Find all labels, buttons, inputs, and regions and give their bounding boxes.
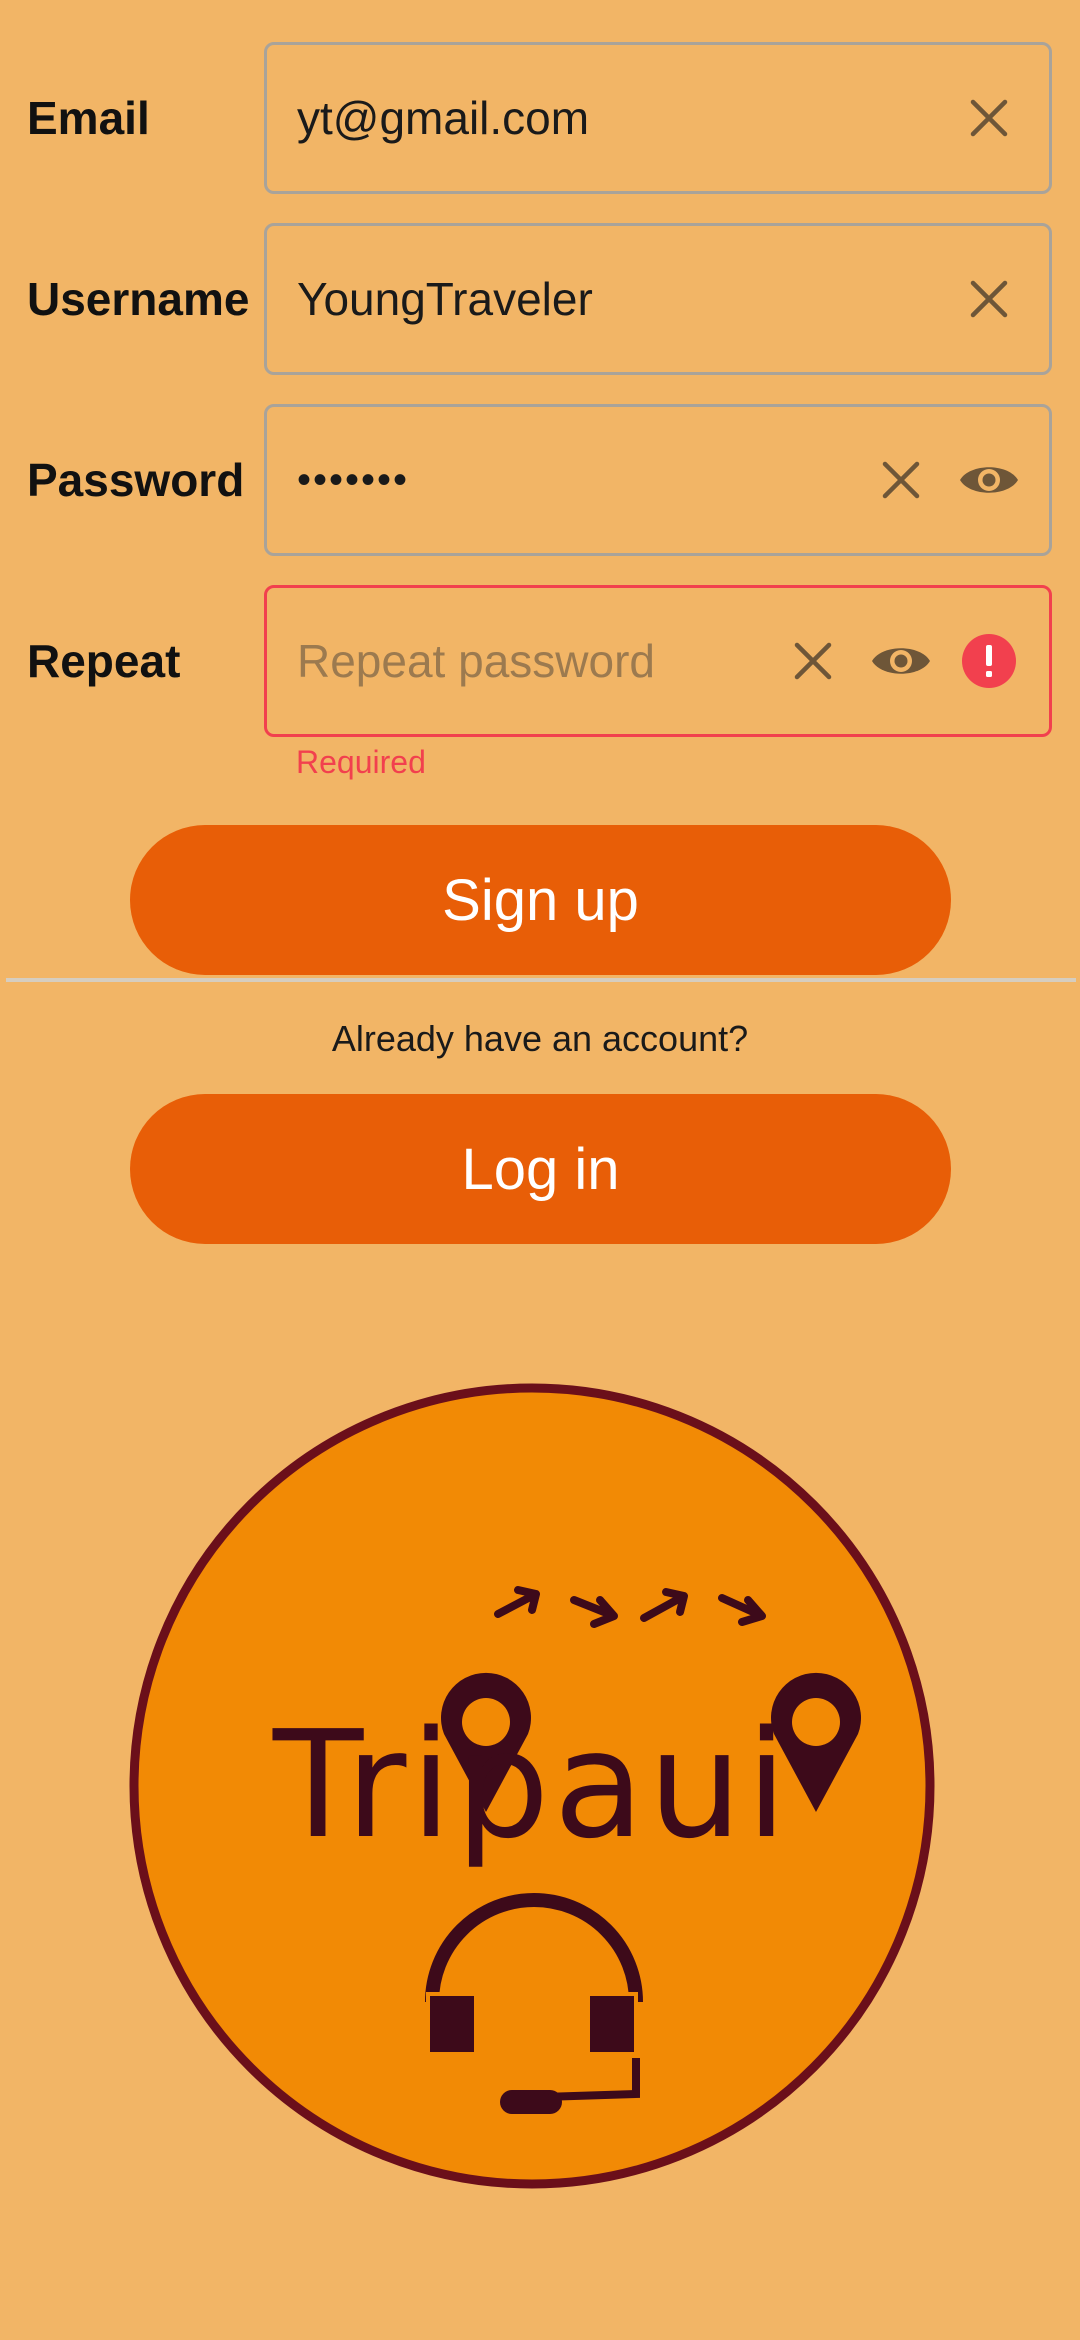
password-field[interactable] — [264, 404, 1052, 556]
repeat-row: Repeat — [0, 585, 1080, 737]
app-logo: Tripaui — [128, 1382, 936, 2190]
email-input[interactable] — [297, 45, 947, 191]
username-input[interactable] — [297, 226, 947, 372]
password-label: Password — [27, 454, 245, 506]
repeat-error-text: Required — [296, 744, 426, 780]
clear-repeat-close-icon[interactable] — [781, 629, 845, 693]
error-icon — [957, 629, 1021, 693]
login-button[interactable]: Log in — [130, 1094, 951, 1244]
email-label: Email — [27, 92, 150, 144]
repeat-label: Repeat — [27, 635, 181, 687]
email-field[interactable] — [264, 42, 1052, 194]
signup-button[interactable]: Sign up — [130, 825, 951, 975]
password-row: Password — [0, 404, 1080, 556]
clear-password-close-icon[interactable] — [869, 448, 933, 512]
username-field[interactable] — [264, 223, 1052, 375]
repeat-password-field[interactable] — [264, 585, 1052, 737]
clear-username-close-icon[interactable] — [957, 267, 1021, 331]
divider — [6, 978, 1076, 982]
username-label: Username — [27, 273, 250, 325]
email-row: Email — [0, 42, 1080, 194]
login-prompt-text: Already have an account? — [331, 1018, 749, 1059]
clear-email-close-icon[interactable] — [957, 86, 1021, 150]
toggle-repeat-eye-icon[interactable] — [869, 629, 933, 693]
repeat-password-input[interactable] — [297, 588, 767, 734]
toggle-password-eye-icon[interactable] — [957, 448, 1021, 512]
password-input[interactable] — [297, 407, 857, 553]
username-row: Username — [0, 223, 1080, 375]
svg-text:Tripaui: Tripaui — [272, 1699, 791, 1871]
